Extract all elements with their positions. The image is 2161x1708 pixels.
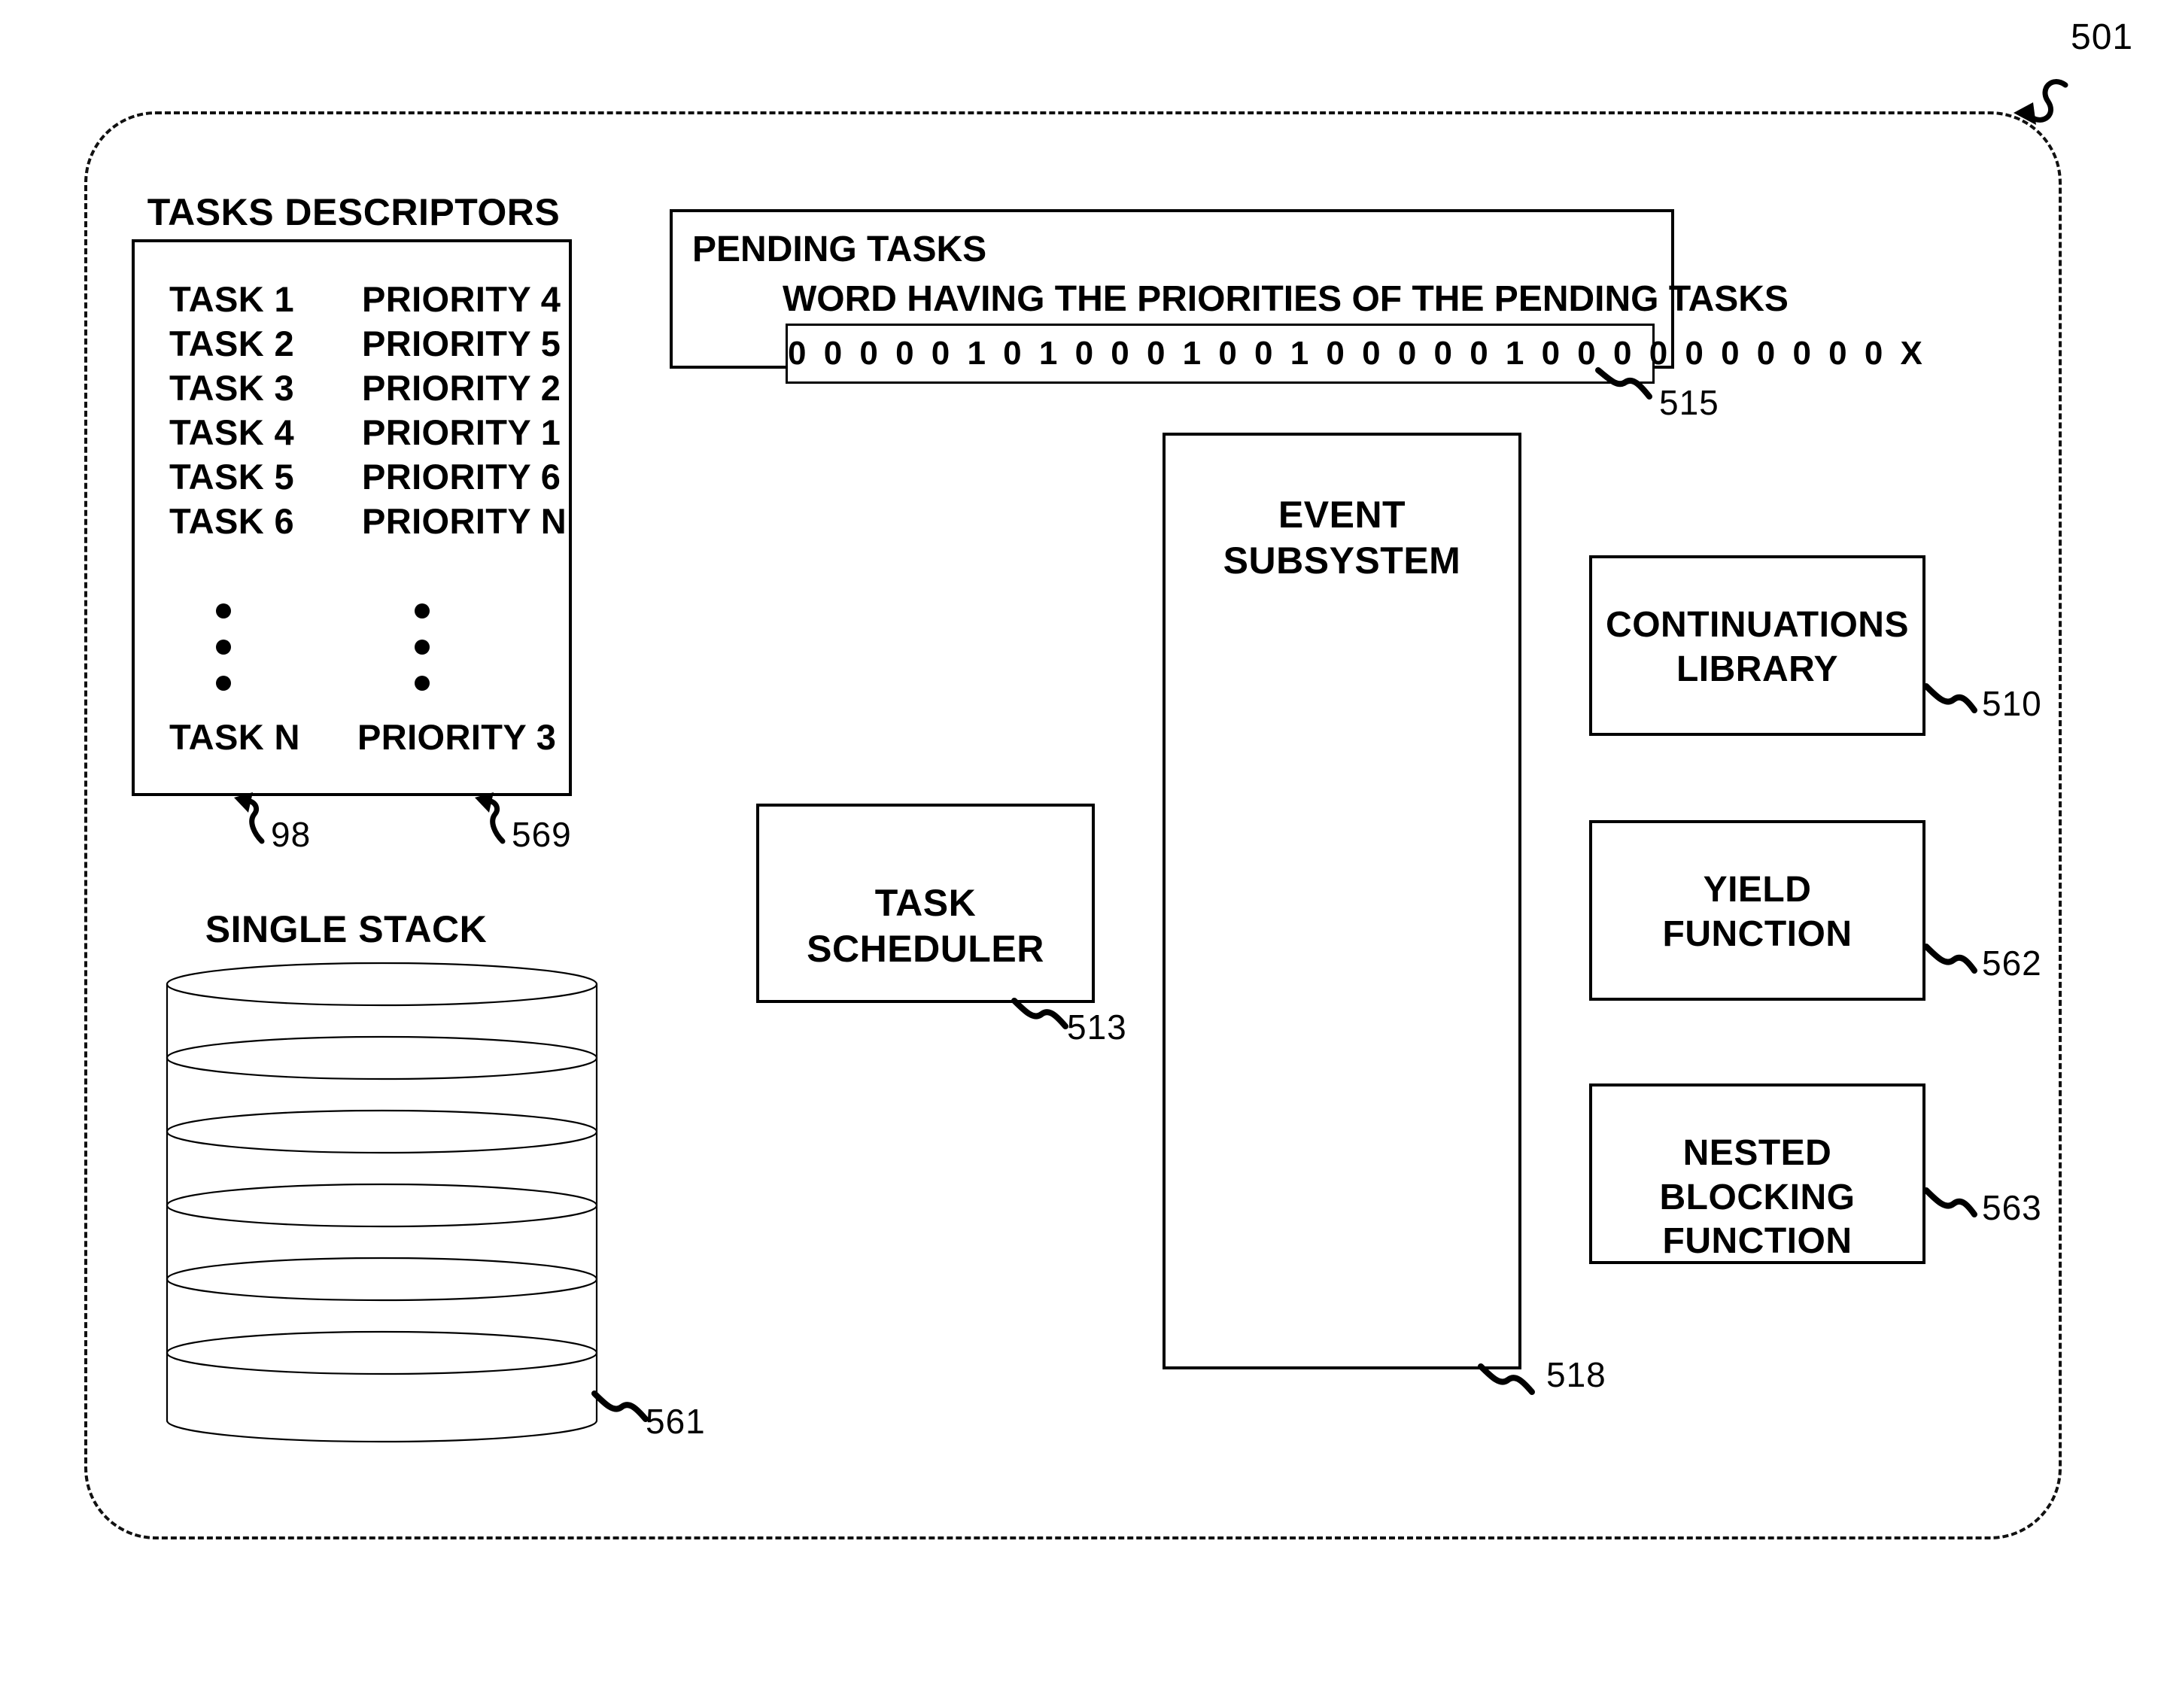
task-priority: PRIORITY 3: [357, 717, 557, 757]
pending-word-bits: 0 0 0 0 0 1 0 1 0 0 0 1 0 0 1 0 0 0 0 0 …: [788, 335, 1927, 372]
task-name: TASK 4: [169, 412, 295, 452]
event-subsystem-label: EVENT SUBSYSTEM: [1166, 492, 1518, 584]
vertical-ellipsis-icon: [415, 603, 430, 712]
continuations-library-label: CONTINUATIONS LIBRARY: [1592, 603, 1922, 691]
continuations-library-ref-number: 510: [1982, 684, 2042, 723]
yield-function-label-line2: FUNCTION: [1662, 913, 1853, 954]
event-subsystem-label-line2: SUBSYSTEM: [1223, 539, 1461, 582]
nested-blocking-label-line2: FUNCTION: [1662, 1221, 1853, 1262]
pending-tasks-box: PENDING TASKS WORD HAVING THE PRIORITIES…: [670, 209, 1922, 384]
figure-ref-number: 501: [2071, 17, 2134, 57]
nested-blocking-function-ref-number: 563: [1982, 1188, 2042, 1227]
pending-word-value-box: 0 0 0 0 0 1 0 1 0 0 0 1 0 0 1 0 0 0 0 0 …: [786, 324, 1927, 384]
event-subsystem-label-line1: EVENT: [1278, 494, 1406, 536]
task-name: TASK 2: [169, 324, 295, 363]
vertical-ellipsis-icon: [216, 603, 231, 712]
table-row: TASK 2 PRIORITY 5: [135, 323, 569, 366]
continuations-library-label-line2: LIBRARY: [1676, 649, 1839, 689]
priority-column-ref-number: 569: [512, 815, 572, 854]
task-scheduler-label: TASK SCHEDULER: [807, 882, 1044, 970]
task-priority: PRIORITY 2: [362, 368, 561, 408]
tasks-descriptors-box: TASK 1 PRIORITY 4 TASK 2 PRIORITY 5 TASK…: [132, 239, 572, 796]
nested-blocking-function-box: NESTED BLOCKING FUNCTION: [1589, 1083, 1925, 1264]
event-subsystem-box: EVENT SUBSYSTEM: [1163, 433, 1521, 1369]
yield-function-label-line1: YIELD: [1703, 870, 1812, 910]
yield-function-label: YIELD FUNCTION: [1592, 868, 1922, 956]
table-row: TASK 3 PRIORITY 2: [135, 367, 569, 411]
task-priority: PRIORITY 1: [362, 412, 561, 452]
task-name: TASK 5: [169, 457, 295, 497]
event-subsystem-ref-number: 518: [1546, 1355, 1606, 1394]
task-scheduler-ref-number: 513: [1067, 1007, 1127, 1047]
table-row: TASK N PRIORITY 3: [135, 716, 569, 760]
continuations-library-box: CONTINUATIONS LIBRARY: [1589, 555, 1925, 736]
task-name: TASK 3: [169, 368, 295, 408]
continuations-library-label-line1: CONTINUATIONS: [1606, 605, 1909, 645]
task-priority: PRIORITY 5: [362, 324, 561, 363]
task-priority: PRIORITY 4: [362, 279, 561, 319]
pending-tasks-ref-number: 515: [1659, 383, 1719, 422]
task-priority: PRIORITY 6: [362, 457, 561, 497]
single-stack-cylinder-icon: [166, 962, 598, 1443]
nested-blocking-label-line1: NESTED BLOCKING: [1659, 1133, 1856, 1217]
task-name: TASK 1: [169, 279, 295, 319]
task-scheduler-box: TASK SCHEDULER: [756, 804, 1095, 1003]
task-priority: PRIORITY N: [362, 501, 567, 541]
tasks-descriptors-title: TASKS DESCRIPTORS: [147, 191, 561, 233]
single-stack-ref-number: 561: [646, 1402, 706, 1441]
task-name: TASK N: [169, 717, 300, 757]
patent-figure: 501 TASKS DESCRIPTORS TASK 1 PRIORITY 4 …: [0, 0, 2161, 1708]
table-row: TASK 1 PRIORITY 4: [135, 278, 569, 322]
pending-tasks-title: PENDING TASKS: [692, 229, 987, 269]
table-row: TASK 4 PRIORITY 1: [135, 412, 569, 455]
task-column-ref-number: 98: [271, 815, 312, 854]
table-row: TASK 6 PRIORITY N: [135, 500, 569, 544]
pending-word-caption: WORD HAVING THE PRIORITIES OF THE PENDIN…: [783, 279, 1789, 319]
table-row: TASK 5 PRIORITY 6: [135, 456, 569, 500]
nested-blocking-function-label: NESTED BLOCKING FUNCTION: [1592, 1132, 1922, 1264]
task-name: TASK 6: [169, 501, 295, 541]
yield-function-box: YIELD FUNCTION: [1589, 820, 1925, 1001]
single-stack-title: SINGLE STACK: [205, 908, 488, 950]
yield-function-ref-number: 562: [1982, 944, 2042, 983]
